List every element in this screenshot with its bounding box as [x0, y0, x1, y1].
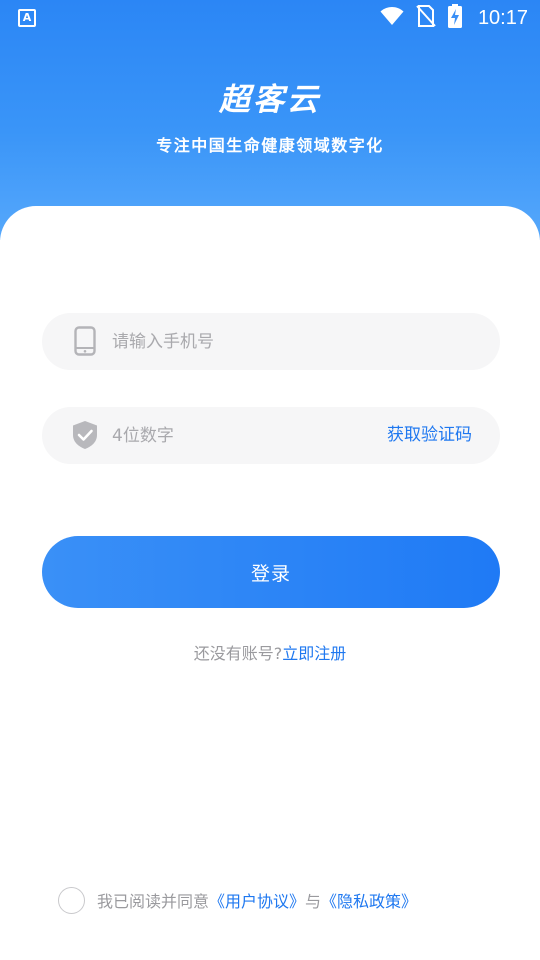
clock-time: 10:17: [477, 6, 528, 29]
register-prompt: 还没有账号?: [193, 644, 283, 663]
app-title: 超客云: [219, 82, 321, 118]
wifi-icon: [380, 6, 404, 30]
app-notification-icon: A: [18, 9, 36, 27]
battery-charging-icon: [447, 4, 462, 32]
shield-check-icon: [72, 420, 98, 450]
verification-code-input[interactable]: [112, 407, 352, 464]
user-agreement-link[interactable]: 《用户协议》: [209, 888, 305, 912]
phone-field[interactable]: [42, 313, 500, 370]
agreement-row: 我已阅读并同意 《用户协议》与《隐私政策》: [58, 885, 417, 915]
register-row: 还没有账号?立即注册: [0, 640, 540, 664]
get-code-button[interactable]: 获取验证码: [387, 407, 472, 464]
agreement-checkbox[interactable]: [58, 886, 85, 914]
phone-icon: [72, 326, 98, 356]
register-link[interactable]: 立即注册: [282, 644, 346, 663]
phone-input[interactable]: [112, 313, 472, 370]
agreement-joiner: 与: [305, 892, 322, 911]
privacy-policy-link[interactable]: 《隐私政策》: [321, 888, 417, 912]
status-bar: A 10:17: [0, 0, 540, 36]
agreement-prefix: 我已阅读并同意: [97, 892, 210, 911]
no-signal-icon: [416, 5, 436, 31]
status-indicators: 10:17: [380, 4, 528, 32]
header-banner: A 10:17 超客云 专注中国生命健康领域数字化: [0, 0, 540, 240]
verification-code-field[interactable]: 获取验证码: [42, 407, 500, 464]
app-slogan: 专注中国生命健康领域数字化: [156, 136, 384, 155]
login-button[interactable]: 登录: [42, 536, 500, 608]
